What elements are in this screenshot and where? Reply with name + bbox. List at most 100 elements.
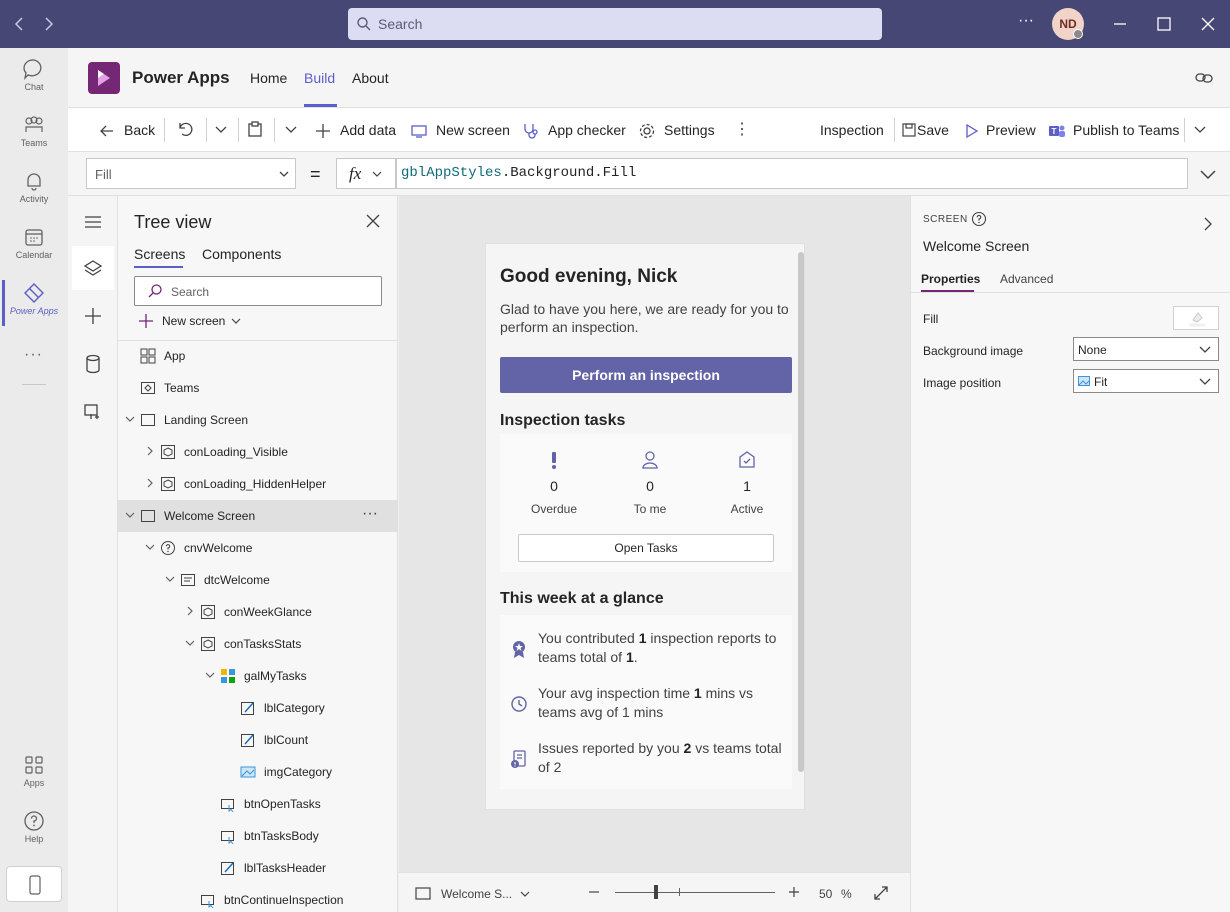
paste-icon[interactable] [246, 120, 264, 138]
layers-icon[interactable] [81, 256, 105, 280]
canvas-icon [161, 541, 175, 555]
tree-node-conloading-hiddenhelper[interactable]: conLoading_HiddenHelper [118, 468, 398, 500]
tab-about[interactable]: About [352, 70, 389, 86]
publish-dropdown-chevron-icon[interactable] [1191, 120, 1209, 138]
tree-node-app[interactable]: App [118, 340, 398, 372]
chevron-down-icon[interactable] [164, 573, 176, 585]
tree-node-label: conLoading_Visible [184, 445, 288, 459]
close-panel-icon[interactable] [365, 213, 381, 229]
tree-node-welcome-screen[interactable]: Welcome Screen ··· [118, 500, 398, 532]
inspection-button[interactable]: Inspection [820, 122, 884, 138]
tab-build[interactable]: Build [304, 70, 335, 86]
tree-node-teams[interactable]: Teams [118, 372, 398, 404]
tree-node-conloading-visible[interactable]: conLoading_Visible [118, 436, 398, 468]
maximize-icon[interactable] [1152, 12, 1176, 36]
stethoscope-icon [524, 124, 538, 139]
tab-advanced[interactable]: Advanced [1000, 272, 1053, 286]
chevron-right-icon[interactable] [144, 477, 156, 489]
forward-nav-icon[interactable] [38, 14, 58, 34]
property-dropdown[interactable]: Fill [86, 158, 296, 189]
separator [274, 118, 275, 142]
zoom-out-icon[interactable] [587, 885, 601, 899]
tab-properties[interactable]: Properties [921, 272, 980, 286]
rail-item-apps[interactable]: Apps [0, 754, 68, 810]
tree-node-btncontinueinspection[interactable]: btnContinueInspection [118, 884, 398, 912]
collapse-panel-chevron-icon[interactable] [1201, 216, 1215, 232]
insert-plus-icon[interactable] [81, 304, 105, 328]
chevron-down-icon[interactable] [124, 413, 136, 425]
minimize-icon[interactable] [1108, 12, 1132, 36]
function-picker-button[interactable]: fx [336, 158, 396, 189]
global-search-input[interactable]: Search [348, 8, 882, 40]
tree-node-dtcwelcome[interactable]: dtcWelcome [118, 564, 398, 596]
design-canvas[interactable]: Good evening, Nick Glad to have you here… [399, 196, 910, 872]
hamburger-menu-icon[interactable] [81, 210, 105, 234]
paste-dropdown-chevron-icon[interactable] [282, 120, 300, 138]
arrow-left-icon [100, 125, 113, 137]
zoom-value: 50 [819, 887, 833, 901]
database-icon[interactable] [81, 352, 105, 376]
image-position-dropdown[interactable]: Fit [1073, 369, 1219, 393]
chevron-down-icon[interactable] [184, 637, 196, 649]
tree-node-label: btnContinueInspection [224, 893, 344, 907]
tab-home[interactable]: Home [250, 70, 287, 86]
background-image-dropdown[interactable]: None [1073, 337, 1219, 361]
scrollbar[interactable] [798, 252, 804, 772]
tree-node-contasksstats[interactable]: conTasksStats [118, 628, 398, 660]
open-tasks-button[interactable]: Open Tasks [518, 534, 774, 562]
tree-node-landing-screen[interactable]: Landing Screen [118, 404, 398, 436]
back-nav-icon[interactable] [10, 14, 30, 34]
chevron-down-icon [279, 171, 289, 177]
tree-node-lbltasksheader[interactable]: lblTasksHeader [118, 852, 398, 884]
more-options-icon[interactable]: ··· [1018, 12, 1034, 30]
new-screen-icon [411, 125, 427, 138]
stat-to-me[interactable]: 0 To me [610, 450, 690, 516]
close-icon[interactable] [1196, 12, 1220, 36]
tree-node-lblcategory[interactable]: lblCategory [118, 692, 398, 724]
more-commands-icon[interactable]: ⋮ [734, 119, 750, 139]
add-data-label: Add data [340, 122, 397, 138]
chevron-down-icon[interactable] [204, 669, 216, 681]
tree-node-btnopentasks[interactable]: btnOpenTasks [118, 788, 398, 820]
help-icon[interactable] [971, 211, 987, 227]
tree-node-imgcategory[interactable]: imgCategory [118, 756, 398, 788]
rail-item-chat[interactable]: Chat [0, 58, 68, 114]
tree-node-conweekglance[interactable]: conWeekGlance [118, 596, 398, 628]
media-icon[interactable] [81, 400, 105, 424]
fx-icon: fx [349, 164, 362, 183]
zoom-slider[interactable] [615, 892, 775, 893]
tree-node-lblcount[interactable]: lblCount [118, 724, 398, 756]
formula-input[interactable]: gblAppStyles.Background.Fill [396, 158, 1188, 189]
more-apps-icon[interactable]: ··· [24, 346, 43, 364]
power-apps-icon [24, 283, 44, 303]
node-more-options-icon[interactable]: ··· [362, 505, 378, 523]
rail-item-calendar[interactable]: Calendar [0, 226, 68, 282]
zoom-slider-thumb[interactable] [654, 885, 658, 899]
undo-dropdown-chevron-icon[interactable] [212, 120, 230, 138]
fill-color-picker[interactable] [1173, 306, 1219, 330]
link-icon[interactable] [1194, 68, 1214, 88]
chevron-down-icon[interactable] [144, 541, 156, 553]
stat-overdue[interactable]: 0 Overdue [514, 450, 594, 516]
mobile-device-button[interactable] [6, 866, 62, 902]
chevron-right-icon[interactable] [144, 445, 156, 457]
rail-item-power-apps[interactable]: Power Apps [0, 282, 68, 338]
tree-node-cnvwelcome[interactable]: cnvWelcome [118, 532, 398, 564]
rail-item-help[interactable]: Help [0, 810, 68, 866]
tab-components[interactable]: Components [202, 246, 281, 262]
tree-node-btntasksbody[interactable]: btnTasksBody [118, 820, 398, 852]
zoom-in-icon[interactable] [787, 885, 801, 899]
stat-active[interactable]: 1 Active [707, 450, 787, 516]
tree-node-galmytasks[interactable]: galMyTasks [118, 660, 398, 692]
undo-icon[interactable] [176, 120, 194, 138]
rail-item-activity[interactable]: Activity [0, 170, 68, 226]
tree-search-input[interactable]: Search [134, 276, 382, 306]
fit-to-window-icon[interactable] [873, 885, 889, 901]
tab-screens[interactable]: Screens [134, 246, 185, 262]
perform-inspection-button[interactable]: Perform an inspection [500, 357, 792, 393]
expand-formula-chevron-icon[interactable] [1198, 164, 1218, 184]
chevron-right-icon[interactable] [184, 605, 196, 617]
welcome-screen-preview[interactable]: Good evening, Nick Glad to have you here… [485, 243, 805, 810]
rail-item-teams[interactable]: Teams [0, 114, 68, 170]
chevron-down-icon[interactable] [124, 509, 136, 521]
